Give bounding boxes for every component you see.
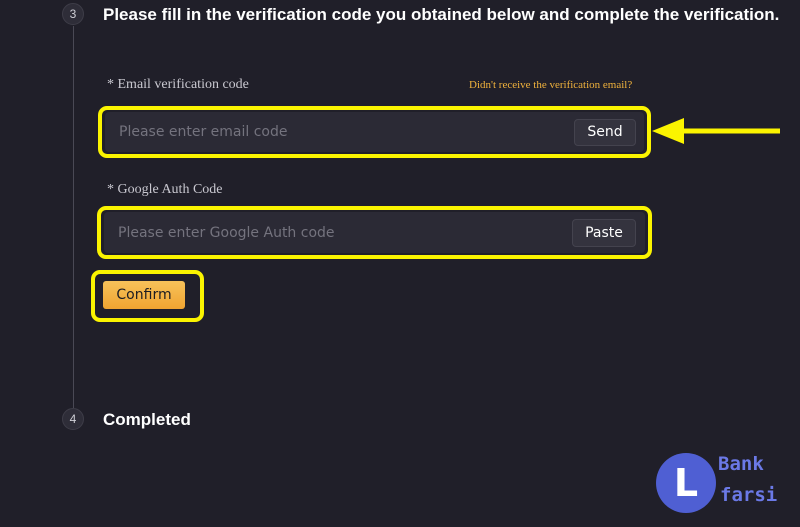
email-code-label: * Email verification code <box>107 77 249 92</box>
google-auth-field: Paste <box>104 212 645 253</box>
step-title-verify: Please fill in the verification code you… <box>103 5 780 24</box>
resend-email-link[interactable]: Didn't receive the verification email? <box>469 79 632 91</box>
google-auth-label: * Google Auth Code <box>107 182 223 197</box>
email-code-field: Send <box>105 112 644 152</box>
step-number-4: 4 <box>62 408 84 430</box>
google-auth-input[interactable] <box>118 212 558 253</box>
confirm-button[interactable]: Confirm <box>103 281 185 309</box>
email-code-input[interactable] <box>119 112 559 152</box>
arrow-pointer-icon <box>652 118 780 144</box>
logo-text-farsi: farsi <box>720 484 778 506</box>
logo-letter: L <box>673 461 699 505</box>
step-title-completed: Completed <box>103 410 191 429</box>
logo-text-bank: Bank <box>718 453 764 475</box>
paste-code-button[interactable]: Paste <box>572 219 636 247</box>
send-code-button[interactable]: Send <box>574 119 636 146</box>
step-number-3: 3 <box>62 3 84 25</box>
steps-timeline <box>73 26 74 408</box>
